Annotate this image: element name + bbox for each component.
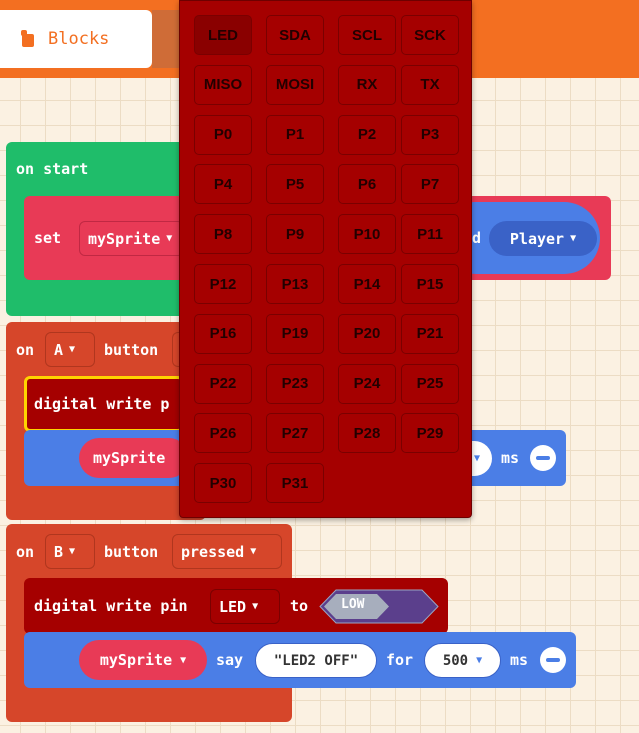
remove-minus-button-b[interactable] bbox=[540, 647, 566, 673]
sprite-variable-reporter[interactable]: mySprite bbox=[79, 438, 189, 478]
pin-option-rx[interactable]: RX bbox=[338, 64, 396, 105]
remove-minus-button[interactable] bbox=[530, 445, 556, 471]
chevron-down-icon: ▼ bbox=[570, 233, 577, 244]
button-b-dropdown[interactable]: B ▼ bbox=[45, 534, 95, 569]
pin-option-p22[interactable]: P22 bbox=[194, 363, 252, 404]
pin-option-p12[interactable]: P12 bbox=[194, 264, 252, 304]
pin-option-mosi[interactable]: MOSI bbox=[266, 64, 324, 105]
pin-option-tx[interactable]: TX bbox=[401, 64, 459, 105]
duration-dropdown[interactable]: 500 ▼ bbox=[424, 643, 501, 678]
pin-option-p29[interactable]: P29 bbox=[401, 413, 459, 454]
on-start-label: on start bbox=[16, 160, 89, 178]
pin-option-p15[interactable]: P15 bbox=[401, 264, 459, 304]
pin-option-p19[interactable]: P19 bbox=[266, 313, 324, 354]
chevron-down-icon: ▼ bbox=[180, 654, 187, 666]
pin-dropdown-menu: LED SDA SCL SCK MISO MOSI RX TX P0 P1 P2 P3 P4 P5 P6 P7… bbox=[179, 0, 472, 518]
to-label: to bbox=[290, 597, 309, 615]
ms-label: ms bbox=[501, 449, 520, 467]
pin-option-p2[interactable]: P2 bbox=[338, 114, 396, 155]
ms-label-b: ms bbox=[510, 651, 529, 669]
pin-option-p26[interactable]: P26 bbox=[194, 413, 252, 454]
pin-option-p9[interactable]: P9 bbox=[266, 214, 324, 255]
pin-option-p4[interactable]: P4 bbox=[194, 164, 252, 205]
chevron-down-icon: ▼ bbox=[69, 546, 76, 557]
for-label: for bbox=[386, 651, 414, 669]
sprite-variable-dropdown-b[interactable]: mySprite ▼ bbox=[79, 640, 207, 680]
level-toggle[interactable]: LOW bbox=[319, 589, 439, 624]
chevron-down-icon: ▼ bbox=[473, 453, 481, 464]
pin-option-sda[interactable]: SDA bbox=[266, 15, 324, 55]
minus-icon bbox=[536, 456, 550, 460]
pin-option-p14[interactable]: P14 bbox=[338, 264, 396, 304]
on-b-event-dropdown[interactable]: pressed ▼ bbox=[172, 534, 282, 569]
toggle-shape bbox=[319, 589, 439, 624]
pin-option-p6[interactable]: P6 bbox=[338, 164, 396, 205]
digital-write-pin-label: digital write pin bbox=[34, 597, 188, 615]
sprite-kind-dropdown[interactable]: Player ▼ bbox=[489, 221, 597, 256]
pin-option-p1[interactable]: P1 bbox=[266, 114, 324, 155]
pin-option-p11[interactable]: P11 bbox=[401, 214, 459, 255]
pin-option-p0[interactable]: P0 bbox=[194, 114, 252, 155]
set-label: set bbox=[34, 229, 62, 247]
level-value: LOW bbox=[341, 597, 365, 612]
pin-option-p21[interactable]: P21 bbox=[401, 313, 459, 354]
button-a-dropdown[interactable]: A ▼ bbox=[45, 332, 95, 367]
pin-option-p27[interactable]: P27 bbox=[266, 413, 324, 454]
pin-option-p30[interactable]: P30 bbox=[194, 463, 252, 504]
digital-write-label: digital write p bbox=[34, 395, 170, 413]
pin-option-sck[interactable]: SCK bbox=[401, 15, 459, 55]
on-a-button-label: button bbox=[104, 341, 159, 359]
say-text-input[interactable]: "LED2 OFF" bbox=[255, 643, 377, 678]
pin-dropdown[interactable]: LED ▼ bbox=[210, 589, 280, 624]
on-a-on-label: on bbox=[16, 341, 35, 359]
tab-blocks[interactable]: Blocks bbox=[0, 10, 152, 68]
pin-option-p28[interactable]: P28 bbox=[338, 413, 396, 454]
say-label: say bbox=[216, 651, 244, 669]
pin-option-p13[interactable]: P13 bbox=[266, 264, 324, 304]
minus-icon bbox=[546, 658, 560, 662]
pin-option-p8[interactable]: P8 bbox=[194, 214, 252, 255]
chevron-down-icon: ▼ bbox=[166, 233, 173, 244]
sprite-variable-dropdown[interactable]: mySprite ▼ bbox=[79, 221, 184, 256]
chevron-down-icon: ▼ bbox=[69, 344, 76, 355]
pin-option-p5[interactable]: P5 bbox=[266, 164, 324, 205]
pin-option-scl[interactable]: SCL bbox=[338, 15, 396, 55]
kind-label: d bbox=[472, 229, 482, 247]
pin-option-p31[interactable]: P31 bbox=[266, 463, 324, 504]
on-b-button-label: button bbox=[104, 543, 159, 561]
tab-blocks-label: Blocks bbox=[48, 29, 110, 49]
chevron-down-icon: ▼ bbox=[250, 546, 257, 557]
chevron-down-icon: ▼ bbox=[476, 655, 483, 666]
puzzle-icon bbox=[21, 30, 34, 47]
pin-option-p20[interactable]: P20 bbox=[338, 313, 396, 354]
pin-option-led[interactable]: LED bbox=[194, 15, 252, 55]
pin-option-p10[interactable]: P10 bbox=[338, 214, 396, 255]
pin-option-miso[interactable]: MISO bbox=[194, 64, 252, 105]
on-b-on-label: on bbox=[16, 543, 35, 561]
chevron-down-icon: ▼ bbox=[252, 601, 259, 612]
pin-option-p23[interactable]: P23 bbox=[266, 363, 324, 404]
pin-option-p16[interactable]: P16 bbox=[194, 313, 252, 354]
pin-option-p3[interactable]: P3 bbox=[401, 114, 459, 155]
pin-option-p7[interactable]: P7 bbox=[401, 164, 459, 205]
pin-option-p25[interactable]: P25 bbox=[401, 363, 459, 404]
pin-option-p24[interactable]: P24 bbox=[338, 363, 396, 404]
